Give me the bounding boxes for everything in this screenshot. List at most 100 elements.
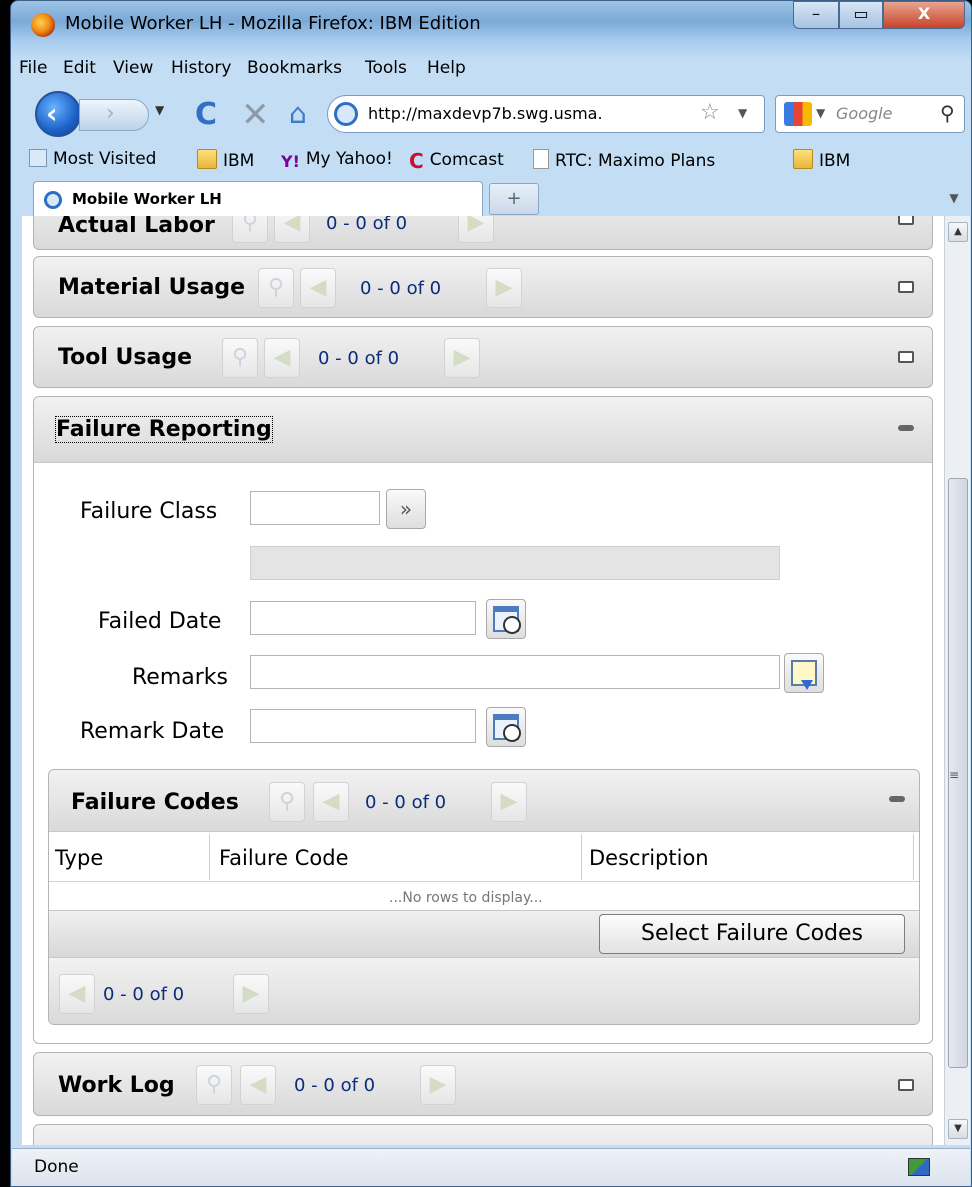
firefox-logo-icon [31,13,55,37]
failure-codes-table: Failure Codes ⚲ ◀ 0 - 0 of 0 ▶ Type Fail… [48,769,920,1025]
section-next-partial [33,1124,933,1145]
next-page-icon[interactable]: ▶ [491,782,527,822]
column-header-failure-code[interactable]: Failure Code [219,846,349,870]
reload-icon[interactable]: C [195,97,217,132]
tab-mobile-worker[interactable]: Mobile Worker LH [33,181,483,217]
next-page-icon[interactable]: ▶ [444,338,480,378]
back-arrow-icon: ‹ [46,97,58,130]
next-page-icon[interactable]: ▶ [420,1065,456,1105]
next-page-icon[interactable]: ▶ [486,268,522,308]
section-failure-reporting: Failure Reporting Failure Class » Failed… [33,396,933,1044]
search-icon[interactable]: ⚲ [232,216,268,243]
maximize-button[interactable]: ▭ [839,1,883,29]
page-content: Actual Labor ⚲ ◀ 0 - 0 of 0 ▶ Material U… [22,216,944,1145]
menu-edit[interactable]: Edit [63,58,96,78]
scroll-down-icon[interactable]: ▼ [948,1119,968,1139]
url-text[interactable]: http://maxdevp7b.swg.usma. [368,104,603,123]
bookmark-rtc-maximo-plans[interactable]: RTC: Maximo Plans [533,149,715,171]
section-material-usage: Material Usage ⚲ ◀ 0 - 0 of 0 ▶ [33,256,933,318]
bookmark-my-yahoo[interactable]: Y! My Yahoo! [281,149,393,171]
search-engine-icon[interactable] [784,102,812,126]
bookmark-comcast[interactable]: C Comcast [409,149,504,173]
status-bar: Done [12,1148,970,1186]
calendar-icon[interactable] [486,707,526,747]
tab-label: Mobile Worker LH [72,190,222,208]
record-count: 0 - 0 of 0 [326,216,408,234]
menu-bookmarks[interactable]: Bookmarks [247,58,342,78]
stop-icon[interactable]: ✕ [241,95,270,135]
failure-codes-title[interactable]: Failure Codes [71,790,239,815]
remark-date-input[interactable] [250,709,476,743]
scroll-up-icon[interactable]: ▲ [948,222,968,242]
search-icon[interactable]: ⚲ [196,1065,232,1105]
minimize-button[interactable]: – [793,1,839,29]
url-dropdown-icon[interactable]: ▼ [738,106,747,120]
new-tab-button[interactable]: + [489,183,539,215]
previous-page-icon[interactable]: ◀ [313,782,349,822]
home-icon[interactable]: ⌂ [289,97,307,130]
section-title[interactable]: Tool Usage [58,345,192,370]
record-count: 0 - 0 of 0 [103,984,185,1005]
menu-tools[interactable]: Tools [365,58,407,78]
close-button[interactable]: X [883,1,965,29]
collapse-icon[interactable] [898,216,914,225]
search-icon[interactable]: ⚲ [269,782,305,822]
select-failure-codes-button[interactable]: Select Failure Codes [599,914,905,954]
menu-view[interactable]: View [113,58,153,78]
collapse-icon[interactable] [898,351,914,363]
calendar-icon[interactable] [486,599,526,639]
search-icon[interactable]: ⚲ [940,101,955,125]
comcast-icon: C [409,149,424,173]
tab-list-dropdown-icon[interactable]: ▼ [945,183,963,215]
search-engine-dropdown-icon[interactable]: ▼ [816,106,825,120]
search-icon[interactable]: ⚲ [222,338,258,378]
title-bar[interactable]: Mobile Worker LH - Mozilla Firefox: IBM … [11,1,971,47]
column-header-type[interactable]: Type [55,846,103,870]
bookmark-most-visited[interactable]: Most Visited [29,149,156,169]
page-icon [533,149,549,169]
site-identity-icon[interactable] [334,102,358,126]
failure-class-label: Failure Class [80,499,218,524]
previous-page-icon[interactable]: ◀ [264,338,300,378]
bookmarks-toolbar: Most Visited IBM Y! My Yahoo! C Comcast RT… [13,141,969,177]
collapse-icon[interactable] [898,425,914,431]
menu-history[interactable]: History [171,58,231,78]
section-actual-labor: Actual Labor ⚲ ◀ 0 - 0 of 0 ▶ [33,216,933,250]
next-page-icon[interactable]: ▶ [233,974,269,1014]
search-placeholder[interactable]: Google [836,104,892,123]
url-bar[interactable]: http://maxdevp7b.swg.usma. ☆ ▼ [327,95,765,133]
search-box[interactable]: ▼ Google ⚲ [775,95,965,133]
forward-button[interactable]: › [79,99,149,131]
column-divider [209,834,210,880]
next-page-icon[interactable]: ▶ [458,216,494,243]
history-dropdown-icon[interactable]: ▼ [155,103,164,117]
long-description-icon[interactable] [784,653,824,693]
lookup-icon[interactable]: » [386,489,426,529]
collapse-icon[interactable] [898,1079,914,1091]
previous-page-icon[interactable]: ◀ [59,974,95,1014]
failure-class-input[interactable] [250,491,380,525]
failed-date-input[interactable] [250,601,476,635]
section-title[interactable]: Material Usage [58,275,245,300]
menu-file[interactable]: File [19,58,47,78]
previous-page-icon[interactable]: ◀ [274,216,310,243]
collapse-icon[interactable] [898,281,914,293]
section-title[interactable]: Work Log [58,1073,175,1098]
collapse-icon[interactable] [889,796,905,802]
bookmark-ibm-folder[interactable]: IBM [197,149,254,171]
bookmark-star-icon[interactable]: ☆ [700,100,720,125]
back-button[interactable]: ‹ [35,91,81,137]
previous-page-icon[interactable]: ◀ [240,1065,276,1105]
previous-page-icon[interactable]: ◀ [300,268,336,308]
section-title[interactable]: Failure Reporting [55,416,273,443]
column-header-description[interactable]: Description [589,846,709,870]
search-icon[interactable]: ⚲ [258,268,294,308]
remarks-input[interactable] [250,655,780,689]
menu-bar: File Edit View History Bookmarks Tools H… [13,55,969,83]
bookmark-ibm-folder-2[interactable]: IBM [793,149,850,171]
vertical-scrollbar[interactable]: ▲ ≡ ▼ [944,216,970,1145]
menu-help[interactable]: Help [427,58,466,78]
addon-status-icon[interactable] [908,1158,930,1176]
section-title[interactable]: Actual Labor [58,216,215,238]
tab-favicon-icon [44,191,62,209]
